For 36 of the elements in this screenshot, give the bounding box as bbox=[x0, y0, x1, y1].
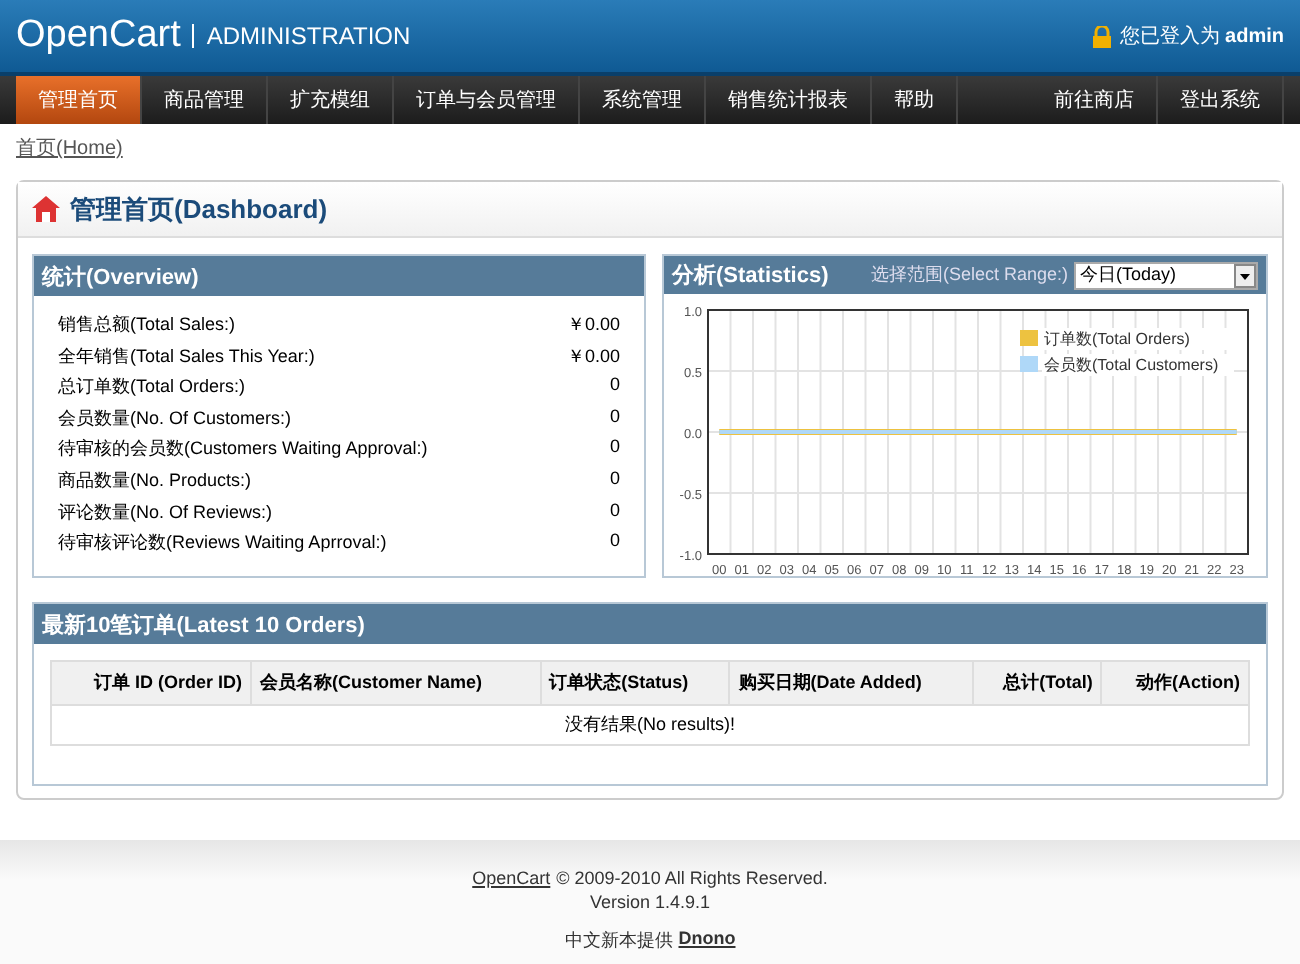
stat-label: 销售总额(Total Sales:) bbox=[58, 312, 236, 338]
stat-value: 0 bbox=[609, 436, 620, 461]
panel-title: 统计(Overview) bbox=[42, 263, 199, 291]
version-text: Version 1.4.9.1 bbox=[589, 892, 711, 912]
stat-label: 待审核评论数(Reviews Waiting Aprroval:) bbox=[58, 530, 387, 557]
panel-title: 最新10笔订单(Latest 10 Orders) bbox=[42, 611, 365, 639]
page-title: 管理首页(Dashboard) bbox=[70, 191, 328, 227]
stat-value: 0 bbox=[609, 499, 620, 524]
stat-label: 全年销售(Total Sales This Year:) bbox=[58, 343, 315, 370]
column-header: 会员名称(Customer Name) bbox=[251, 661, 541, 705]
copyright-text: © 2009-2010 All Rights Reserved. bbox=[556, 868, 828, 888]
translation-credit: 中文新本提供 bbox=[564, 928, 673, 954]
logo: OpenCart bbox=[16, 14, 181, 58]
legend-label: 订单数(Total Orders) bbox=[1044, 330, 1190, 349]
stat-label: 商品数量(No. Products:) bbox=[58, 467, 252, 494]
column-header: 购买日期(Date Added) bbox=[729, 661, 973, 705]
stat-value: 0 bbox=[609, 374, 620, 399]
stat-value: 0 bbox=[609, 530, 620, 555]
column-header: 动作(Action) bbox=[1101, 661, 1249, 705]
legend-label: 会员数(Total Customers) bbox=[1044, 356, 1219, 375]
range-label: 选择范围(Select Range:) bbox=[870, 262, 1068, 289]
panel-title: 分析(Statistics) bbox=[672, 261, 829, 291]
stat-value: 0 bbox=[609, 405, 620, 430]
column-header: 订单 ID (Order ID) bbox=[51, 661, 252, 705]
stat-label: 待审核的会员数(Customers Waiting Approval:) bbox=[58, 436, 428, 463]
stat-label: 会员数量(No. Of Customers:) bbox=[58, 405, 292, 432]
login-status: 您已登入为 admin bbox=[1119, 23, 1284, 50]
stat-value: 0 bbox=[609, 467, 620, 492]
header-subtitle: ADMINISTRATION bbox=[192, 24, 411, 48]
stat-value: ￥0.00 bbox=[566, 343, 620, 370]
stat-value: ￥0.00 bbox=[566, 312, 620, 338]
stat-label: 评论数量(No. Of Reviews:) bbox=[58, 499, 273, 526]
column-header: 总计(Total) bbox=[972, 661, 1102, 705]
stat-label: 总订单数(Total Orders:) bbox=[58, 374, 246, 401]
empty-message: 没有结果(No results)! bbox=[51, 705, 1249, 745]
column-header: 订单状态(Status) bbox=[540, 661, 730, 705]
